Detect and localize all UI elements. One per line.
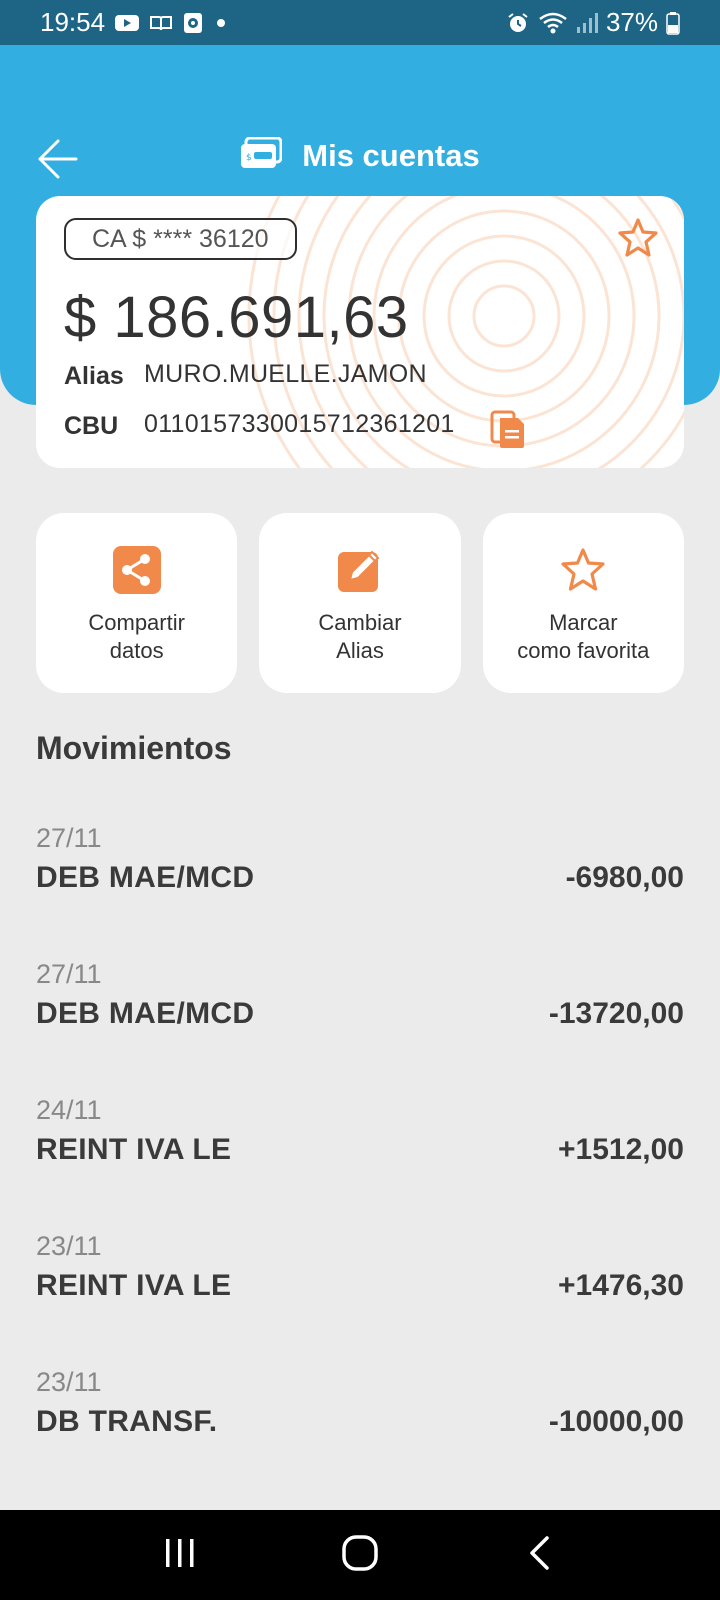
alias-label: Alias — [64, 362, 124, 390]
nav-back-button[interactable] — [500, 1520, 580, 1590]
youtube-icon — [115, 13, 140, 33]
share-data-button[interactable]: Compartir datos — [36, 513, 238, 693]
cbu-label: CBU — [64, 412, 119, 440]
mark-favorite-button[interactable]: Marcar como favorita — [482, 513, 684, 693]
movement-description: DEB MAE/MCD — [36, 997, 255, 1030]
wifi-icon — [538, 11, 568, 35]
movement-date: 23/11 — [36, 1231, 102, 1261]
share-icon — [112, 545, 162, 595]
battery-percent: 37% — [605, 7, 658, 37]
svg-text:$: $ — [246, 153, 252, 163]
star-outline-icon — [616, 218, 660, 264]
movement-date: 24/11 — [36, 1095, 102, 1125]
movements-title: Movimientos — [36, 730, 232, 766]
favorite-button[interactable] — [616, 216, 660, 265]
recent-apps-icon — [163, 1537, 197, 1574]
movement-description: DB TRANSF. — [36, 1405, 218, 1438]
movement-amount: -6980,00 — [565, 861, 684, 894]
page-title-wrap: $ Mis cuentas — [0, 136, 720, 174]
quick-actions: Compartir datos Cambiar Alias Marcar com… — [36, 513, 684, 693]
recent-apps-button[interactable] — [140, 1520, 220, 1590]
share-data-label: Compartir datos — [88, 610, 185, 663]
movement-description: REINT IVA LE — [36, 1133, 232, 1166]
movement-amount: +1476,30 — [558, 1269, 684, 1302]
status-right: 37% — [506, 7, 680, 38]
change-alias-label: Cambiar Alias — [318, 610, 402, 663]
status-time: 19:54 — [40, 7, 106, 37]
home-button[interactable] — [320, 1520, 400, 1590]
battery-icon — [666, 11, 680, 35]
movement-description: REINT IVA LE — [36, 1269, 232, 1302]
alias-value: MURO.MUELLE.JAMON — [144, 360, 427, 388]
alarm-icon — [506, 11, 530, 35]
copy-cbu-button[interactable] — [490, 410, 526, 455]
cbu-value: 0110157330015712361201 — [144, 410, 455, 438]
home-icon — [341, 1534, 379, 1577]
movement-amount: -10000,00 — [548, 1405, 684, 1438]
movement-date: 27/11 — [36, 823, 102, 853]
movement-date: 23/11 — [36, 1367, 102, 1397]
mark-favorite-label: Marcar como favorita — [517, 610, 650, 663]
app-icon — [183, 12, 203, 34]
change-alias-button[interactable]: Cambiar Alias — [259, 513, 461, 693]
status-left: 19:54 — [40, 7, 229, 38]
movement-item[interactable]: 27/11 DEB MAE/MCD -13720,00 — [36, 941, 684, 1077]
card-icon: $ — [240, 136, 283, 174]
movement-date: 27/11 — [36, 959, 102, 989]
movement-item[interactable]: 27/11 DEB MAE/MCD -6980,00 — [36, 805, 684, 941]
back-icon — [527, 1535, 553, 1576]
movement-amount: +1512,00 — [558, 1133, 684, 1166]
dot-icon — [213, 15, 229, 31]
movement-item[interactable]: 23/11 REINT IVA LE +1476,30 — [36, 1213, 684, 1349]
movement-description: DEB MAE/MCD — [36, 861, 255, 894]
copy-icon — [490, 410, 526, 454]
movement-item[interactable]: 23/11 DB TRANSF. -10000,00 — [36, 1349, 684, 1485]
account-card: CA $ **** 36120 $ 186.691,63 Alias MURO.… — [36, 196, 684, 468]
movement-item[interactable]: 24/11 REINT IVA LE +1512,00 — [36, 1077, 684, 1213]
star-outline-icon — [558, 545, 608, 595]
movement-amount: -13720,00 — [548, 997, 684, 1030]
account-balance: $ 186.691,63 — [64, 285, 409, 350]
account-number-chip: CA $ **** 36120 — [64, 218, 297, 260]
movements-list: 27/11 DEB MAE/MCD -6980,00 27/11 DEB MAE… — [36, 805, 684, 1485]
book-icon — [149, 13, 173, 33]
page-title: Mis cuentas — [302, 137, 480, 173]
signal-icon — [576, 12, 598, 34]
system-nav-bar — [0, 1510, 720, 1600]
edit-icon — [335, 545, 385, 595]
status-bar: 19:54 37% — [0, 0, 720, 45]
